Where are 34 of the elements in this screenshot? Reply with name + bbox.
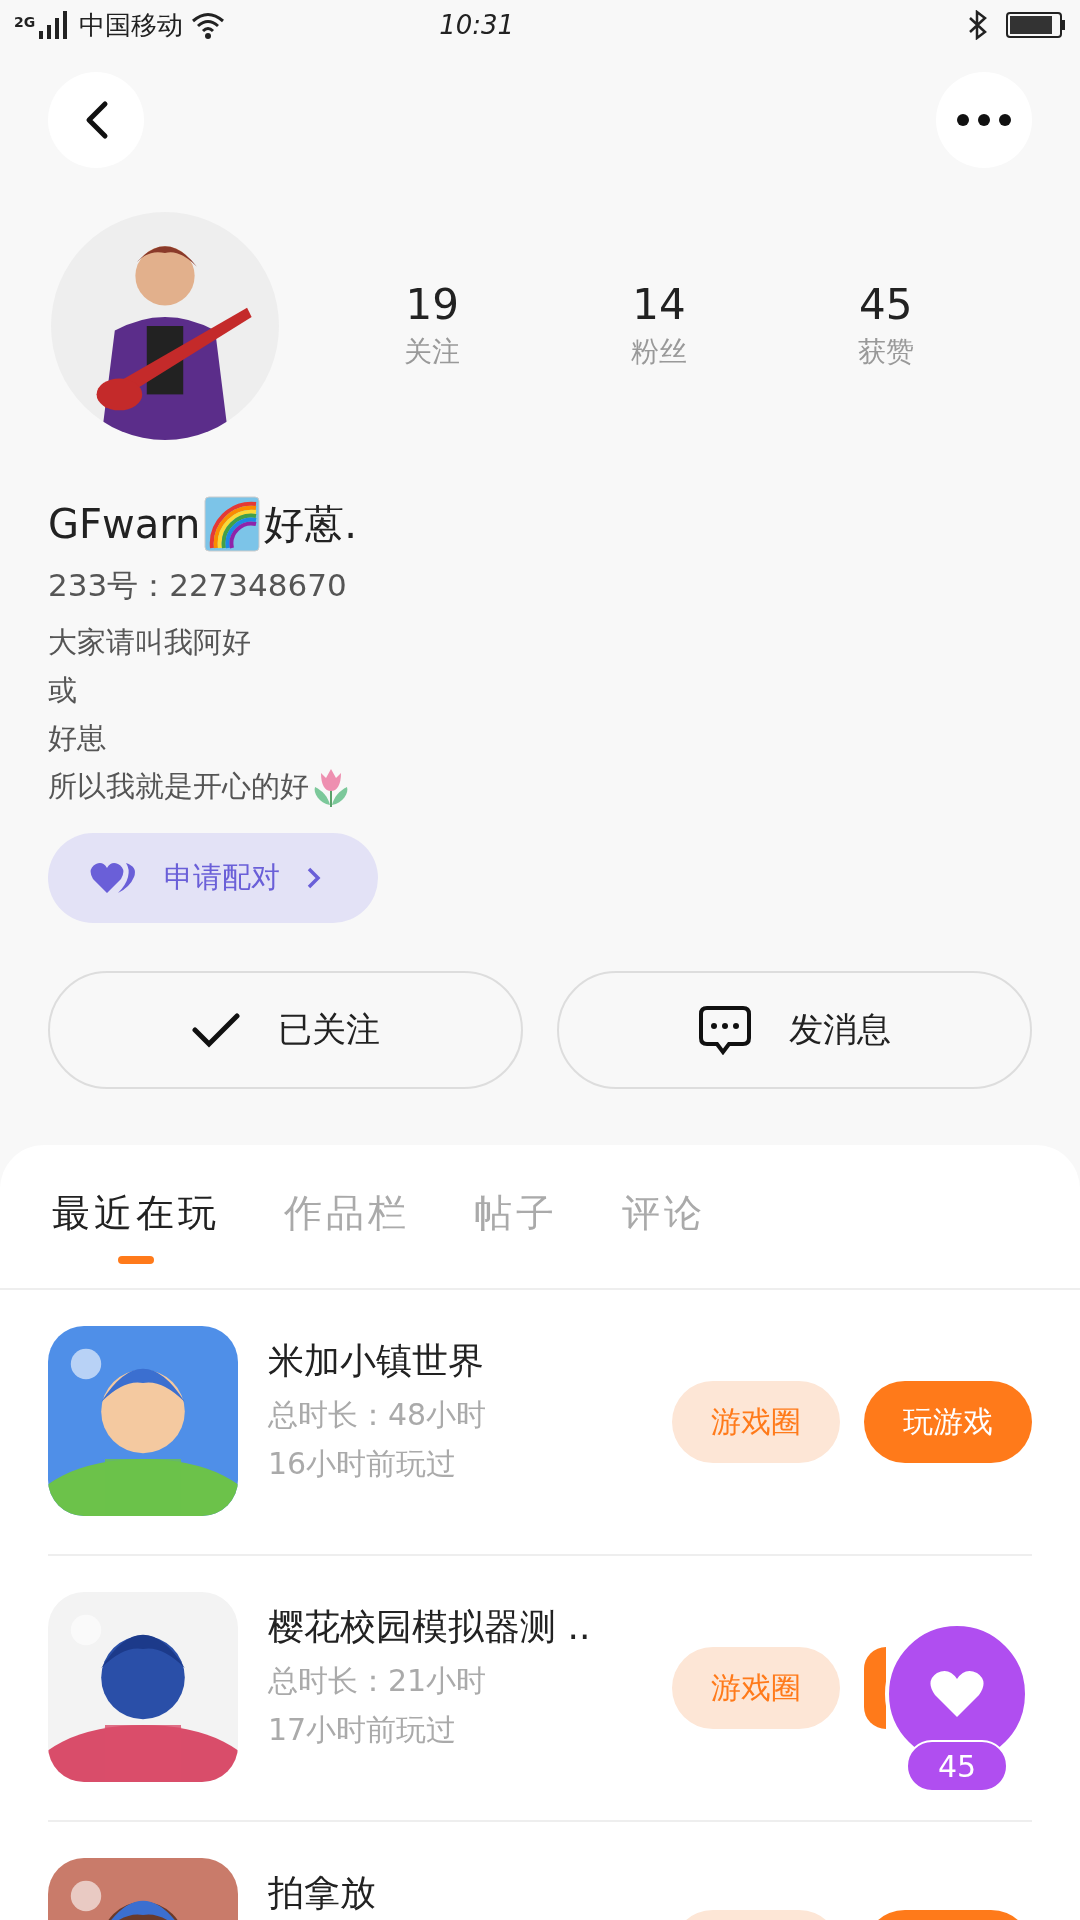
pair-request-button[interactable]: 申请配对	[48, 832, 378, 923]
game-title: 拍拿放	[268, 1870, 377, 1915]
clock-time: 10:31	[439, 8, 515, 42]
bio-text: 好崽	[48, 719, 106, 757]
stat-value: 45	[858, 279, 913, 331]
tab[interactable]: 评论	[622, 1184, 706, 1264]
network-type: 2G	[14, 12, 36, 32]
stat-value: 14	[632, 279, 686, 331]
play-duration: 总时长：21小时	[268, 1661, 488, 1700]
stat-label: 关注	[404, 334, 461, 370]
game-title: 米加小镇世界	[268, 1338, 485, 1383]
game-circle-button[interactable]: 游戏圈	[672, 1380, 840, 1463]
bio-text: 所以我就是开心的好	[48, 767, 309, 805]
bio-text: 大家请叫我阿好	[48, 623, 251, 661]
user-name: GFwarn	[48, 500, 201, 549]
game-circle-button[interactable]: 游戏圈	[672, 1646, 840, 1729]
message-button[interactable]: 发消息	[557, 970, 1032, 1089]
tab[interactable]: 帖子	[474, 1184, 558, 1264]
user-id: 233号：227348670	[48, 566, 348, 605]
follow-button[interactable]: 已关注	[48, 970, 523, 1089]
tab[interactable]: 作品栏	[284, 1184, 410, 1264]
last-played: 17小时前玩过	[268, 1710, 458, 1749]
play-game-button[interactable]: 玩游戏	[864, 1380, 1032, 1463]
bio-text: 或	[48, 671, 77, 709]
stat-label: 获赞	[857, 334, 914, 370]
tab[interactable]: 最近在玩	[52, 1184, 220, 1264]
carrier-name: 中国移动	[79, 8, 184, 42]
play-duration: 总时长：48小时	[268, 1395, 488, 1434]
stat-value: 19	[405, 279, 460, 331]
stat-label: 粉丝	[631, 334, 687, 370]
last-played: 16小时前玩过	[268, 1444, 458, 1483]
user-name: 好蒽.	[264, 500, 358, 549]
like-count: 45	[906, 1740, 1008, 1792]
game-title: 樱花校园模拟器测 ..	[268, 1604, 592, 1649]
